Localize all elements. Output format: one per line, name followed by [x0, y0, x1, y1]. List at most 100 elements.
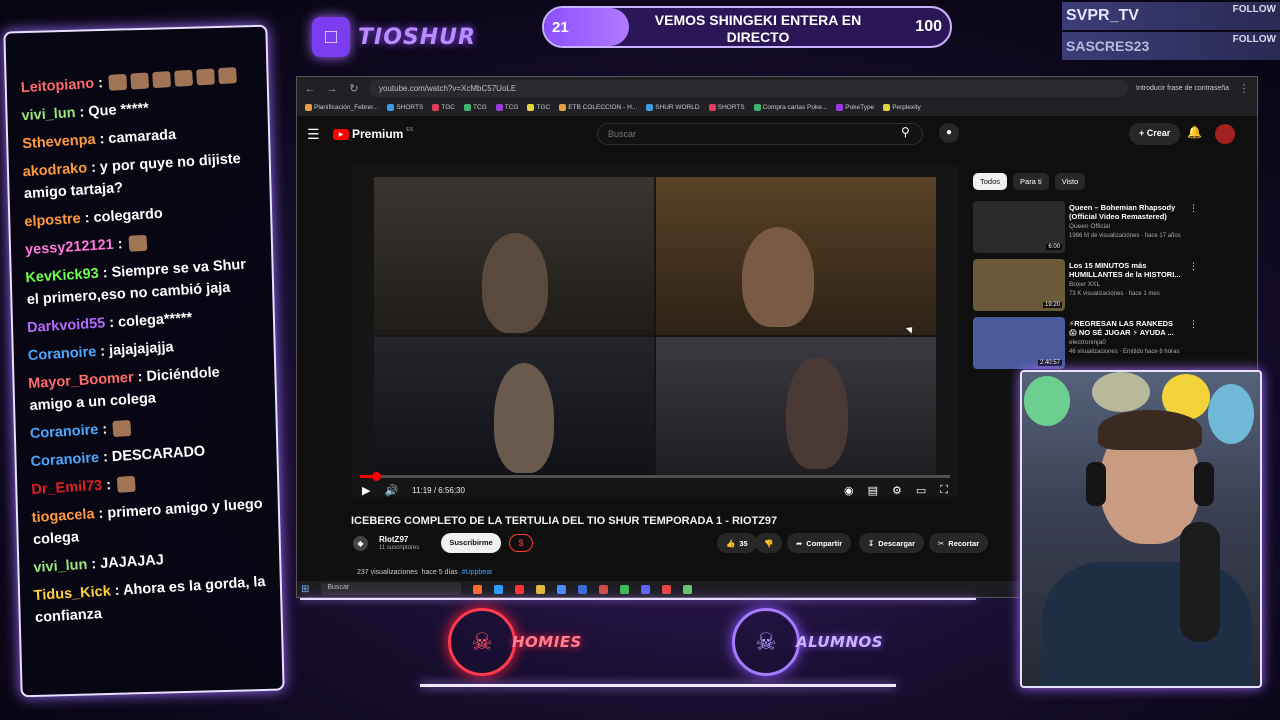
search-icon[interactable]: ⚲ — [901, 125, 910, 139]
password-hint[interactable]: Introducir frase de contraseña — [1136, 85, 1229, 92]
video-thumbnail[interactable]: 6:00 — [973, 201, 1065, 253]
bookmark-label: Planificación_Febrer... — [314, 104, 379, 112]
recommendation-item[interactable]: 19:20 Los 15 MINUTOS más HUMILLANTES de l… — [973, 259, 1203, 315]
reload-icon[interactable]: ↻ — [347, 82, 361, 95]
recent-follows: SVPR_TV FOLLOW SASCRES23 FOLLOW — [1062, 0, 1280, 62]
bookmark-item[interactable]: SHORTS — [387, 104, 424, 112]
autoplay-toggle[interactable]: ◉ — [844, 484, 854, 497]
create-button[interactable]: + Crear — [1129, 123, 1181, 145]
app-icon[interactable] — [683, 584, 693, 594]
address-bar[interactable]: youtube.com/watch?v=XcMbC57UoLE — [369, 80, 1128, 97]
download-button[interactable]: ↧ Descargar — [859, 533, 924, 553]
more-options-icon[interactable]: ⋮ — [1189, 203, 1198, 214]
microphone-icon[interactable]: ● — [939, 123, 959, 143]
channel-avatar[interactable]: ◆ — [353, 536, 368, 551]
like-count: 35 — [739, 538, 748, 548]
bookmark-label: SHORTS — [396, 104, 424, 112]
chrome-icon[interactable] — [620, 584, 630, 594]
bookmark-item[interactable]: TCG — [464, 104, 487, 112]
bookmark-item[interactable]: TGC — [527, 104, 550, 112]
chat-username[interactable]: tiogacela — [31, 506, 95, 526]
chat-username[interactable]: yessy212121 — [25, 237, 115, 258]
subtitles-icon[interactable]: ▤ — [868, 484, 878, 497]
avatar[interactable] — [1215, 124, 1235, 144]
participant — [742, 227, 814, 327]
bookmark-item[interactable]: SHUR WORLD — [646, 104, 700, 112]
bookmark-item[interactable]: Perplexity — [883, 104, 921, 112]
bookmark-item[interactable]: SHORTS — [708, 104, 745, 112]
video-title[interactable]: Queen – Bohemian Rhapsody (Official Vide… — [1069, 203, 1181, 221]
forward-icon[interactable]: → — [325, 83, 339, 95]
volume-icon[interactable]: 🔊 — [384, 484, 398, 497]
bookmark-item[interactable]: Compra cartas Poke... — [753, 104, 827, 112]
taskbar-search[interactable]: Buscar — [321, 583, 462, 595]
bell-icon[interactable]: 🔔 — [1187, 125, 1202, 139]
hashtag-link[interactable]: #Uppbeat — [462, 569, 492, 576]
edge-icon[interactable] — [494, 584, 504, 594]
video-thumbnail[interactable]: 19:20 — [973, 259, 1065, 311]
seek-handle[interactable] — [371, 472, 381, 481]
filter-chip[interactable]: Visto — [1054, 173, 1086, 190]
chat-username[interactable]: Mayor_Boomer — [28, 370, 134, 392]
bookmark-item[interactable]: ETB COLECCION - H... — [559, 104, 637, 112]
more-options-icon[interactable]: ⋮ — [1189, 319, 1198, 330]
chat-username[interactable]: Coranoire — [29, 422, 98, 442]
video-title[interactable]: Los 15 MINUTOS más HUMILLANTES de la HIS… — [1069, 261, 1181, 279]
video-thumbnail[interactable]: 2:40:57 — [973, 317, 1065, 369]
settings-icon[interactable]: ⚙ — [892, 484, 902, 497]
chat-username[interactable]: KevKick93 — [25, 266, 99, 286]
chat-username[interactable]: Coranoire — [27, 344, 96, 364]
store-icon[interactable] — [557, 584, 567, 594]
clip-button[interactable]: ✂ Recortar — [929, 533, 989, 553]
bookmark-item[interactable]: PokeType — [836, 104, 874, 112]
bookmark-item[interactable]: TGC — [432, 104, 455, 112]
subscribe-button[interactable]: Suscribirme — [441, 533, 501, 553]
chat-username[interactable]: vivi_lun — [33, 557, 88, 576]
brave-icon[interactable] — [473, 584, 483, 594]
search-input[interactable]: Buscar — [597, 123, 923, 145]
filter-chip[interactable]: Todos — [973, 173, 1008, 190]
share-button[interactable]: ➦ Compartir — [787, 533, 852, 553]
bookmark-item[interactable]: TCG — [495, 104, 518, 112]
pokeball-icon[interactable] — [662, 584, 672, 594]
discord-icon[interactable] — [641, 584, 651, 594]
like-button[interactable]: 👍 35 — [717, 533, 757, 553]
obs-icon[interactable] — [599, 584, 609, 594]
chat-message: Tidus_Kick : Ahora es la gorda, la confi… — [33, 571, 271, 629]
app-icon[interactable] — [578, 584, 588, 594]
opera-icon[interactable] — [515, 584, 525, 594]
chat-username[interactable]: vivi_lun — [21, 105, 76, 124]
join-icon[interactable]: $ — [509, 534, 533, 552]
video-title[interactable]: ⚡REGRESAN LAS RANKEDS 😱 NO SÉ JUGAR ⚡ AY… — [1069, 319, 1181, 337]
video-player[interactable]: ▶ 🔊 11:19 / 6:56:30 ◉ ▤ ⚙ ▭ ⛶ — [352, 165, 958, 497]
chat-username[interactable]: Tidus_Kick — [33, 583, 111, 604]
theater-icon[interactable]: ▭ — [916, 484, 926, 497]
seek-bar[interactable] — [360, 472, 950, 481]
chat-username[interactable]: elpostre — [24, 211, 81, 230]
windows-start-icon[interactable]: ⊞ — [301, 584, 309, 595]
filter-chip[interactable]: Para ti — [1013, 173, 1049, 190]
chat-username[interactable]: Sthevenpa — [22, 132, 96, 152]
chat-username[interactable]: Darkvoid55 — [27, 315, 106, 336]
scissors-icon: ✂ — [938, 538, 945, 548]
chat-emote-icon — [112, 420, 132, 438]
channel-name[interactable]: RIotZ97 — [379, 535, 408, 544]
back-icon[interactable]: ← — [303, 83, 317, 95]
hamburger-icon[interactable]: ☰ — [307, 126, 333, 143]
menu-icon[interactable]: ⋮ — [1237, 82, 1251, 95]
file-explorer-icon[interactable] — [536, 584, 546, 594]
youtube-logo[interactable]: ▶ Premium ES — [333, 127, 413, 141]
bookmark-item[interactable]: Planificación_Febrer... — [305, 104, 379, 112]
fullscreen-icon[interactable]: ⛶ — [940, 484, 948, 497]
chat-username[interactable]: Dr_Emil73 — [31, 478, 103, 498]
bookmark-icon — [646, 104, 654, 112]
chat-username[interactable]: Coranoire — [30, 450, 99, 470]
recommendation-item[interactable]: 2:40:57 ⚡REGRESAN LAS RANKEDS 😱 NO SÉ JUG… — [973, 317, 1203, 373]
chat-text: colegardo — [93, 205, 164, 226]
recommendation-item[interactable]: 6:00 Queen – Bohemian Rhapsody (Official … — [973, 201, 1203, 257]
play-icon[interactable]: ▶ — [362, 484, 370, 497]
dislike-button[interactable]: 👎 — [755, 533, 783, 553]
chat-username[interactable]: akodrako — [22, 160, 87, 180]
chat-username[interactable]: Leitopiano — [20, 76, 94, 96]
more-options-icon[interactable]: ⋮ — [1189, 261, 1198, 272]
